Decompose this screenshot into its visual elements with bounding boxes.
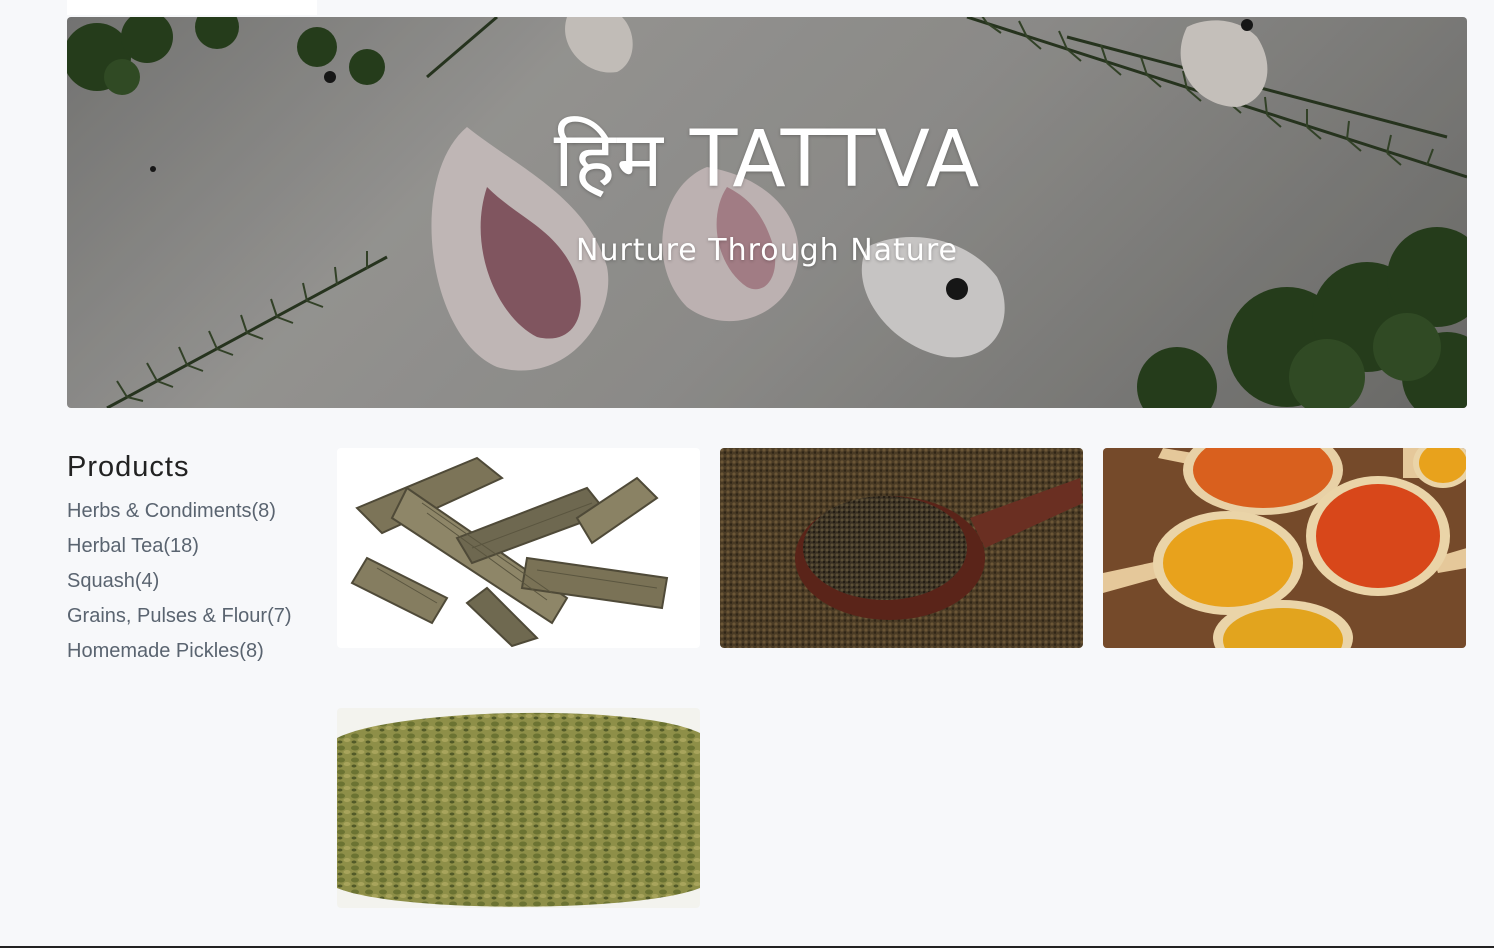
category-link-homemade-pickles[interactable]: Homemade Pickles(8) <box>67 634 327 669</box>
category-list: Herbs & Condiments(8) Herbal Tea(18) Squ… <box>67 494 327 669</box>
product-card-spice-powders[interactable] <box>1103 448 1466 648</box>
top-nav-tab <box>67 0 317 15</box>
seeds-spoon-image <box>720 448 1083 648</box>
dried-roots-image <box>337 448 700 648</box>
products-sidebar: Products Herbs & Condiments(8) Herbal Te… <box>67 448 327 669</box>
hero-title: हिम TATTVA <box>553 115 981 205</box>
category-link-grains-pulses-flour[interactable]: Grains, Pulses & Flour(7) <box>67 599 327 634</box>
hero-background-image <box>67 17 1467 408</box>
category-link-herbs-condiments[interactable]: Herbs & Condiments(8) <box>67 494 327 529</box>
category-link-squash[interactable]: Squash(4) <box>67 564 327 599</box>
spice-powders-image <box>1103 448 1466 648</box>
dried-leaves-image <box>337 708 700 908</box>
category-link-herbal-tea[interactable]: Herbal Tea(18) <box>67 529 327 564</box>
hero-banner: हिम TATTVA Nurture Through Nature <box>67 17 1467 408</box>
product-card-seeds[interactable] <box>720 448 1083 648</box>
product-card-dried-leaves[interactable] <box>337 708 700 908</box>
product-card-dried-roots[interactable] <box>337 448 700 648</box>
hero-subtitle: Nurture Through Nature <box>576 233 958 268</box>
products-heading: Products <box>67 451 190 483</box>
